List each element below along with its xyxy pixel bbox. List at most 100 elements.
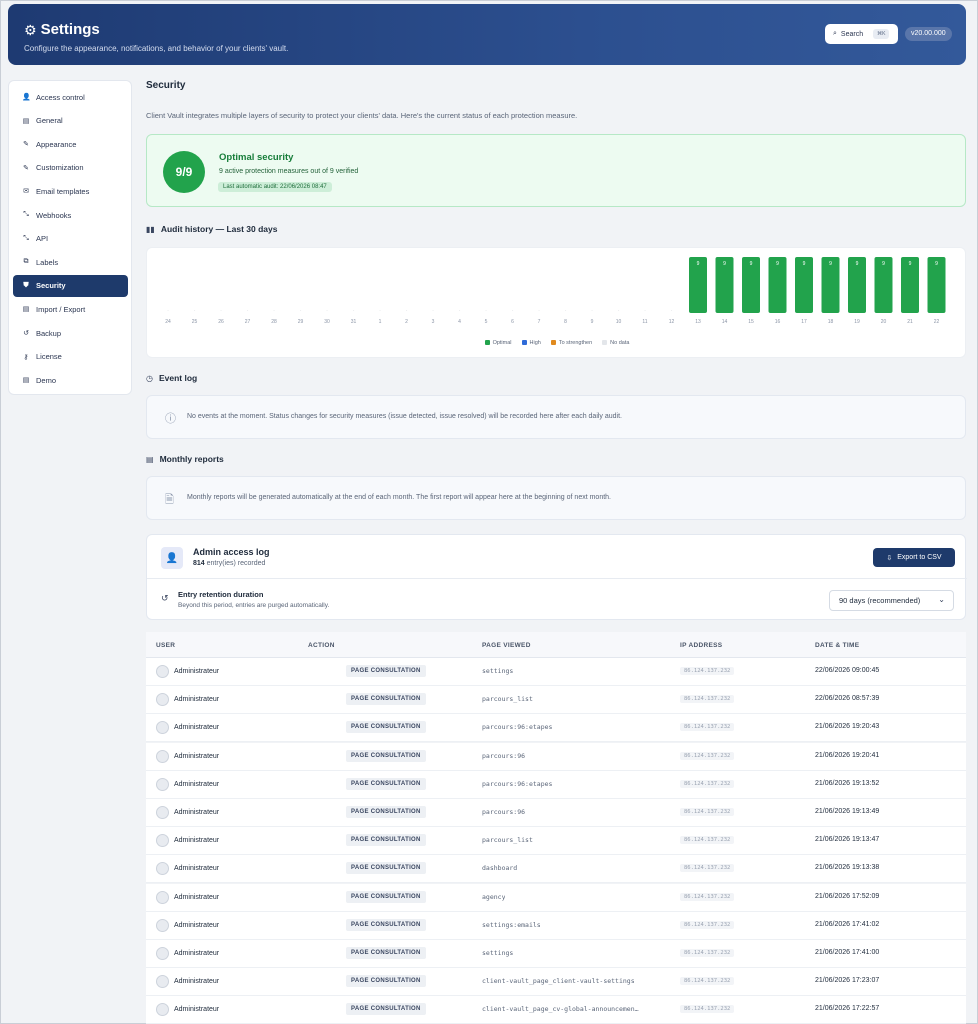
date-time: 21/06/2026 19:13:52 xyxy=(815,779,880,787)
ip-address: 86.124.137.232 xyxy=(680,864,735,873)
table-row: Administrateur PAGE CONSULTATION settings 8… xyxy=(146,940,966,968)
sidebar-item-import-export[interactable]: ▤ Import / Export xyxy=(13,298,128,320)
page-viewed: settings xyxy=(482,667,514,675)
sidebar-item-backup[interactable]: ↺ Backup xyxy=(13,322,128,344)
sidebar-item-labels[interactable]: ⧉ Labels xyxy=(13,251,128,273)
sidebar-item-license[interactable]: ⚷ License xyxy=(13,346,128,368)
avatar xyxy=(156,777,169,791)
admin-log-title: Admin access log xyxy=(193,547,270,557)
user-cell: Administrateur xyxy=(156,665,219,678)
sidebar-item-label: License xyxy=(36,352,62,362)
page-viewed: settings xyxy=(482,949,514,957)
audit-tick-10: 10 xyxy=(616,319,622,325)
legend-item-no-data: No data xyxy=(602,340,629,346)
sidebar-icon: ↺ xyxy=(23,330,29,337)
audit-nodata-6: - xyxy=(512,307,514,312)
col-page[interactable]: PAGE VIEWED xyxy=(482,642,531,649)
audit-bar-label-21: 9 xyxy=(909,261,912,267)
action-badge: PAGE CONSULTATION xyxy=(346,1003,426,1016)
legend-label: Optimal xyxy=(492,340,512,346)
col-ip[interactable]: IP ADDRESS xyxy=(680,642,722,649)
date-time: 21/06/2026 19:20:43 xyxy=(815,723,880,731)
page-viewed: client-vault_page_client-vault-settings xyxy=(482,977,635,986)
page-viewed: parcours:96 xyxy=(482,751,526,760)
page-viewed: parcours_list xyxy=(482,836,533,845)
user-cell: Administrateur xyxy=(156,777,219,791)
sidebar-item-general[interactable]: ▤ General xyxy=(13,110,128,132)
col-date[interactable]: DATE & TIME xyxy=(815,642,859,649)
security-score: 9/9 xyxy=(163,151,205,193)
audit-bar-label-14: 9 xyxy=(723,261,726,267)
action-badge: PAGE CONSULTATION xyxy=(346,665,426,677)
entry-count: 814 xyxy=(193,560,205,567)
ip-address: 86.124.137.232 xyxy=(680,977,735,986)
col-user[interactable]: USER xyxy=(156,642,175,649)
ip-address: 86.124.137.232 xyxy=(680,949,735,957)
audit-bar-label-20: 9 xyxy=(882,261,885,267)
audit-nodata-27: - xyxy=(247,307,249,312)
sidebar-icon: ▤ xyxy=(22,377,30,385)
report-icon: ▤ xyxy=(146,454,154,464)
audit-bar-label-18: 9 xyxy=(829,261,832,267)
audit-nodata-31: - xyxy=(353,307,355,312)
user-name: Administrateur xyxy=(174,724,220,732)
retention-select[interactable]: 90 days (recommended) ⌄ xyxy=(829,590,954,611)
chevron-down-icon: ⌄ xyxy=(938,595,945,604)
sidebar-item-security[interactable]: ⛊ Security xyxy=(13,274,128,297)
sidebar-item-email-templates[interactable]: ✉ Email templates xyxy=(13,180,128,202)
user-cell: Administrateur xyxy=(156,947,219,960)
legend-swatch xyxy=(550,340,556,346)
page-viewed: parcours_list xyxy=(482,695,533,704)
action-badge: PAGE CONSULTATION xyxy=(346,834,426,847)
download-icon: ⇩ xyxy=(886,554,893,562)
sidebar-item-api[interactable]: ⤡ API xyxy=(13,228,128,250)
sidebar-item-label: Demo xyxy=(36,375,57,385)
audit-tick-3: 3 xyxy=(432,319,435,325)
col-action[interactable]: ACTION xyxy=(308,642,335,649)
action-badge: PAGE CONSULTATION xyxy=(346,918,426,931)
audit-nodata-4: - xyxy=(459,307,461,312)
sidebar-item-webhooks[interactable]: ⤡ Webhooks xyxy=(13,204,128,226)
user-cell: Administrateur xyxy=(156,693,219,707)
audit-nodata-10: - xyxy=(618,307,620,312)
sidebar-item-demo[interactable]: ▤ Demo xyxy=(13,369,128,391)
date-time: 21/06/2026 17:22:57 xyxy=(815,1005,880,1013)
audit-nodata-24: - xyxy=(167,307,169,312)
search-button[interactable]: ⌕ Search ⌘K xyxy=(825,24,898,44)
monthly-reports-heading: ▤ Monthly reports xyxy=(146,454,224,464)
sidebar-icon: ⧉ xyxy=(23,258,29,266)
ip-address: 86.124.137.232 xyxy=(680,695,735,704)
table-row: Administrateur PAGE CONSULTATION agency 86.… xyxy=(146,883,966,912)
sidebar-icon: ⛊ xyxy=(23,281,29,289)
ip-address: 86.124.137.232 xyxy=(680,836,735,845)
audit-tick-24: 24 xyxy=(165,319,171,325)
table-row: Administrateur PAGE CONSULTATION client-va… xyxy=(146,968,966,997)
avatar xyxy=(156,693,169,707)
table-row: Administrateur PAGE CONSULTATION settings 8… xyxy=(146,658,966,686)
sidebar-item-access-control[interactable]: 👤 Access control xyxy=(13,86,128,108)
audit-tick-12: 12 xyxy=(669,319,675,325)
audit-tick-27: 27 xyxy=(245,319,251,325)
audit-history-heading: ▮▮ Audit history — Last 30 days xyxy=(146,224,277,234)
ip-address: 86.124.137.232 xyxy=(680,892,735,901)
audit-tick-26: 26 xyxy=(218,319,224,325)
ip-address: 86.124.137.232 xyxy=(680,808,735,816)
date-time: 21/06/2026 19:13:49 xyxy=(815,808,880,815)
table-row: Administrateur PAGE CONSULTATION parcours:… xyxy=(146,799,966,827)
security-status-title: Optimal security xyxy=(219,152,294,163)
export-csv-button[interactable]: ⇩ Export to CSV xyxy=(873,548,955,567)
sidebar-item-label: Customization xyxy=(36,163,84,173)
entry-count-suffix: entry(ies) recorded xyxy=(206,560,266,567)
audit-bar-label-17: 9 xyxy=(803,261,806,267)
sidebar-item-customization[interactable]: ✎ Customization xyxy=(13,157,128,179)
sidebar-item-label: API xyxy=(36,234,49,244)
event-log-title: Event log xyxy=(158,373,198,383)
table-row: Administrateur PAGE CONSULTATION parcours:… xyxy=(146,714,966,743)
date-time: 21/06/2026 17:23:07 xyxy=(815,977,880,985)
page-viewed: agency xyxy=(482,892,506,901)
legend-swatch xyxy=(484,340,490,346)
action-badge: PAGE CONSULTATION xyxy=(346,749,426,762)
legend-item-to-strengthen: To strengthen xyxy=(550,340,592,346)
sidebar-item-label: Backup xyxy=(36,328,62,338)
sidebar-item-appearance[interactable]: ✎ Appearance xyxy=(13,133,128,155)
